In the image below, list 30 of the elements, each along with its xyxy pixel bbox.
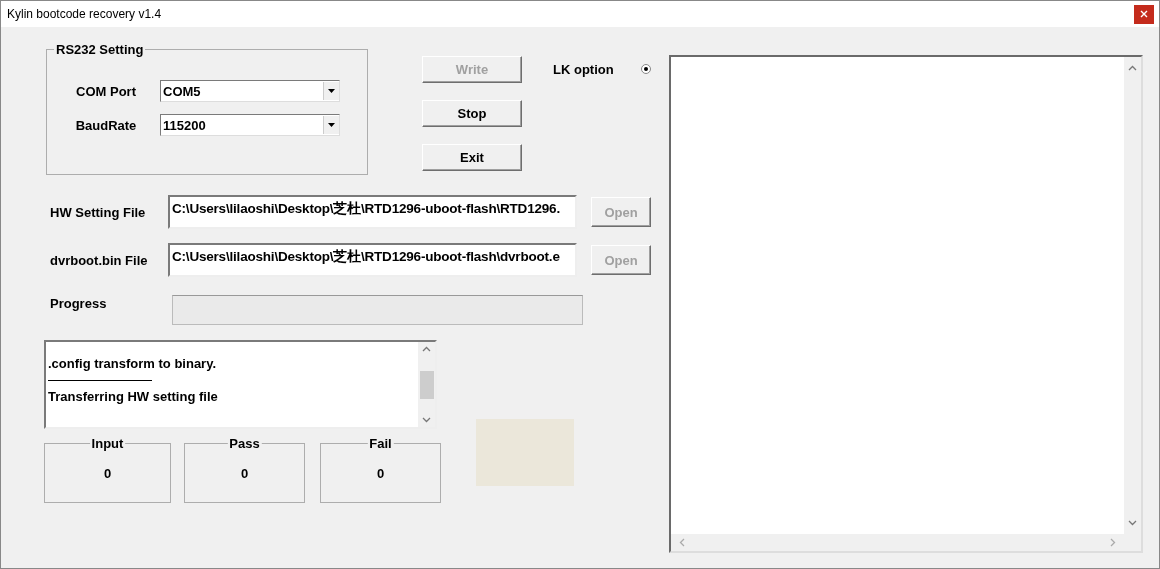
dropdown[interactable]: 115200 (160, 114, 340, 136)
horizontal-scrollbar[interactable] (671, 534, 1124, 551)
counter-value: 0 (376, 465, 385, 481)
counter-value: 0 (240, 465, 249, 481)
file-path-field[interactable]: C:\Users\lilaoshi\Desktop\芝杜\RTD1296-uboot-flash\RTD1296. (168, 195, 577, 229)
action-button[interactable]: Exit (422, 144, 522, 171)
field-label: BaudRate (74, 117, 138, 133)
option-label: LK option (553, 61, 614, 77)
field-label: COM Port (75, 83, 137, 99)
log-line: .config transform to binary. (48, 355, 218, 373)
dropdown[interactable]: COM5 (160, 80, 340, 102)
field-label: HW Setting File (50, 204, 147, 220)
counter-label: Fail (367, 436, 394, 451)
counter-value: 0 (103, 465, 112, 481)
window-title: Kylin bootcode recovery v1.4 (7, 7, 162, 21)
dropdown-arrow-icon (328, 123, 335, 127)
group-title: RS232 Setting (54, 42, 146, 57)
close-button[interactable] (1134, 4, 1154, 24)
radio-button[interactable] (640, 64, 651, 74)
log-box[interactable]: .config transform to binary. Transferring HW setting file (44, 340, 437, 429)
progress-label: Progress (50, 295, 108, 311)
file-path-field[interactable]: C:\Users\lilaoshi\Desktop\芝杜\RTD1296-uboot-flash\dvrboot.e (168, 243, 577, 277)
dropdown-arrow-icon (328, 89, 335, 93)
counter-label: Pass (227, 436, 262, 451)
close-icon (1140, 10, 1148, 18)
counter-label: Input (89, 436, 126, 451)
field-label: dvrboot.bin File (50, 252, 149, 268)
vertical-scrollbar[interactable] (1124, 57, 1141, 534)
action-button[interactable]: Stop (422, 100, 522, 127)
log-line: Transferring HW setting file (48, 388, 219, 406)
